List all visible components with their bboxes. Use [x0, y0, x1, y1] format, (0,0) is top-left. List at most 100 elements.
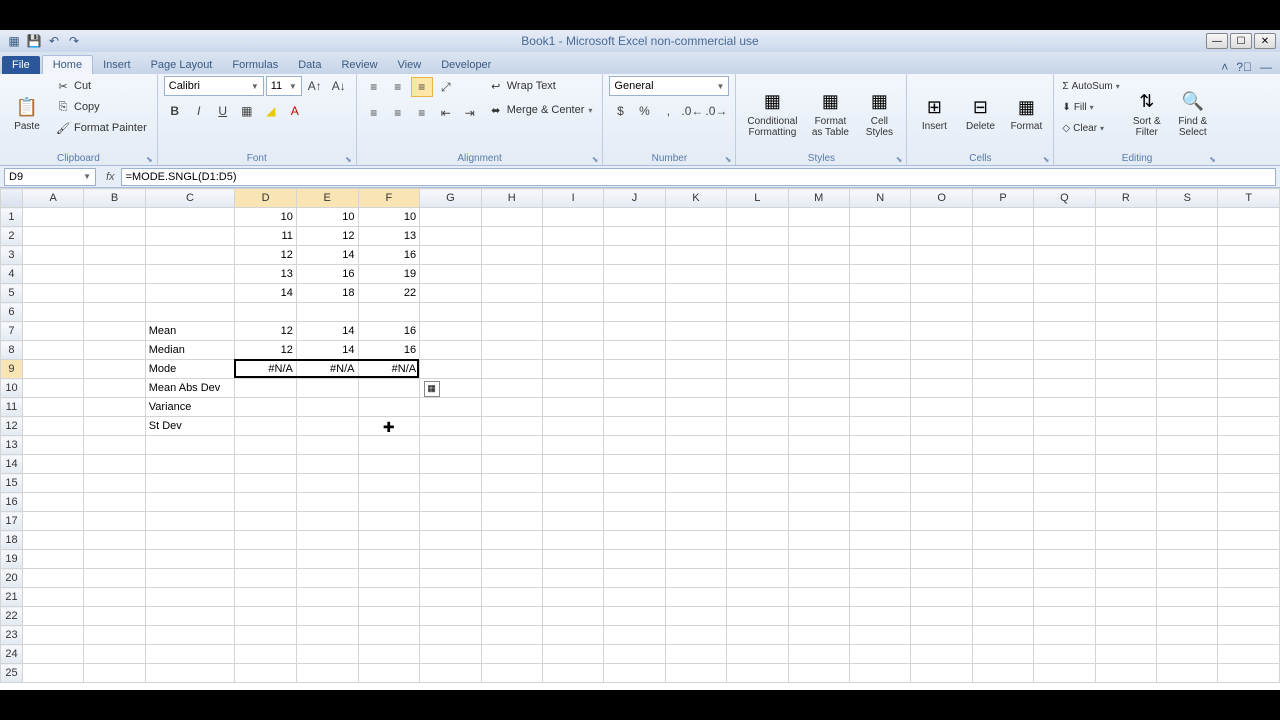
cell-H4[interactable]	[481, 265, 542, 284]
format-painter-button[interactable]: 🖌Format Painter	[52, 118, 151, 138]
tab-data[interactable]: Data	[288, 56, 331, 74]
cell-K24[interactable]	[665, 645, 726, 664]
cell-E22[interactable]	[296, 607, 358, 626]
cell-M22[interactable]	[788, 607, 849, 626]
cell-C8[interactable]: Median	[145, 341, 235, 360]
cell-Q12[interactable]	[1034, 417, 1095, 436]
cell-P3[interactable]	[972, 246, 1033, 265]
col-header-C[interactable]: C	[145, 189, 235, 208]
cell-G7[interactable]	[420, 322, 481, 341]
cell-L6[interactable]	[727, 303, 788, 322]
cell-T4[interactable]	[1218, 265, 1280, 284]
undo-icon[interactable]: ↶	[46, 33, 62, 49]
cell-G19[interactable]	[420, 550, 481, 569]
fill-color-button[interactable]: ◢	[260, 101, 282, 121]
cell-D20[interactable]	[235, 569, 297, 588]
cell-J20[interactable]	[604, 569, 665, 588]
cell-T7[interactable]	[1218, 322, 1280, 341]
cell-S22[interactable]	[1157, 607, 1218, 626]
row-header-17[interactable]: 17	[1, 512, 23, 531]
cell-Q24[interactable]	[1034, 645, 1095, 664]
cell-J3[interactable]	[604, 246, 665, 265]
cell-I16[interactable]	[542, 493, 603, 512]
cell-K1[interactable]	[665, 208, 726, 227]
cell-C15[interactable]	[145, 474, 235, 493]
autosum-button[interactable]: ΣAutoSum▾	[1060, 76, 1121, 96]
cell-C19[interactable]	[145, 550, 235, 569]
cell-I14[interactable]	[542, 455, 603, 474]
cell-J24[interactable]	[604, 645, 665, 664]
cell-O10[interactable]	[911, 379, 972, 398]
cell-F19[interactable]	[358, 550, 420, 569]
spreadsheet-grid[interactable]: ABCDEFGHIJKLMNOPQRST11010102111213312141…	[0, 188, 1280, 690]
cell-K14[interactable]	[665, 455, 726, 474]
col-header-A[interactable]: A	[22, 189, 83, 208]
cell-N11[interactable]	[849, 398, 910, 417]
cell-G1[interactable]	[420, 208, 481, 227]
cell-R1[interactable]	[1095, 208, 1156, 227]
cell-F2[interactable]: 13	[358, 227, 420, 246]
cell-B20[interactable]	[84, 569, 145, 588]
merge-center-button[interactable]: ⬌Merge & Center▾	[485, 100, 597, 120]
row-header-18[interactable]: 18	[1, 531, 23, 550]
cell-N5[interactable]	[849, 284, 910, 303]
cell-R23[interactable]	[1095, 626, 1156, 645]
name-box[interactable]: D9▼	[4, 168, 96, 186]
cell-I8[interactable]	[542, 341, 603, 360]
cell-F7[interactable]: 16	[358, 322, 420, 341]
col-header-R[interactable]: R	[1095, 189, 1156, 208]
cell-D1[interactable]: 10	[235, 208, 297, 227]
cell-Q23[interactable]	[1034, 626, 1095, 645]
cell-B18[interactable]	[84, 531, 145, 550]
paste-button[interactable]: 📋 Paste	[6, 76, 48, 151]
cell-R7[interactable]	[1095, 322, 1156, 341]
cell-H20[interactable]	[481, 569, 542, 588]
cell-F17[interactable]	[358, 512, 420, 531]
cell-L24[interactable]	[727, 645, 788, 664]
cell-A20[interactable]	[22, 569, 83, 588]
cell-S6[interactable]	[1157, 303, 1218, 322]
cell-D13[interactable]	[235, 436, 297, 455]
cell-F15[interactable]	[358, 474, 420, 493]
cell-O22[interactable]	[911, 607, 972, 626]
cell-I22[interactable]	[542, 607, 603, 626]
cell-S10[interactable]	[1157, 379, 1218, 398]
cell-S23[interactable]	[1157, 626, 1218, 645]
cell-K6[interactable]	[665, 303, 726, 322]
cell-O12[interactable]	[911, 417, 972, 436]
cell-G21[interactable]	[420, 588, 481, 607]
cell-L17[interactable]	[727, 512, 788, 531]
cell-O25[interactable]	[911, 664, 972, 683]
tab-file[interactable]: File	[2, 56, 40, 74]
cell-R4[interactable]	[1095, 265, 1156, 284]
cell-O9[interactable]	[911, 360, 972, 379]
col-header-P[interactable]: P	[972, 189, 1033, 208]
cell-T14[interactable]	[1218, 455, 1280, 474]
cell-E7[interactable]: 14	[296, 322, 358, 341]
number-format-select[interactable]: General▼	[609, 76, 729, 96]
cell-D11[interactable]	[235, 398, 297, 417]
font-size-select[interactable]: 11▼	[266, 76, 302, 96]
cell-F16[interactable]	[358, 493, 420, 512]
row-header-13[interactable]: 13	[1, 436, 23, 455]
cell-C7[interactable]: Mean	[145, 322, 235, 341]
cell-M11[interactable]	[788, 398, 849, 417]
cell-I1[interactable]	[542, 208, 603, 227]
cell-R22[interactable]	[1095, 607, 1156, 626]
format-as-table-button[interactable]: ▦Format as Table	[806, 76, 854, 151]
tab-developer[interactable]: Developer	[431, 56, 501, 74]
cell-C9[interactable]: Mode	[145, 360, 235, 379]
cell-B6[interactable]	[84, 303, 145, 322]
cell-Q4[interactable]	[1034, 265, 1095, 284]
fill-button[interactable]: ⬇Fill▾	[1060, 97, 1121, 117]
cell-E14[interactable]	[296, 455, 358, 474]
cell-E23[interactable]	[296, 626, 358, 645]
cell-S1[interactable]	[1157, 208, 1218, 227]
cell-N6[interactable]	[849, 303, 910, 322]
cell-G13[interactable]	[420, 436, 481, 455]
cell-K9[interactable]	[665, 360, 726, 379]
cell-C13[interactable]	[145, 436, 235, 455]
cell-B5[interactable]	[84, 284, 145, 303]
cell-I23[interactable]	[542, 626, 603, 645]
cell-B4[interactable]	[84, 265, 145, 284]
